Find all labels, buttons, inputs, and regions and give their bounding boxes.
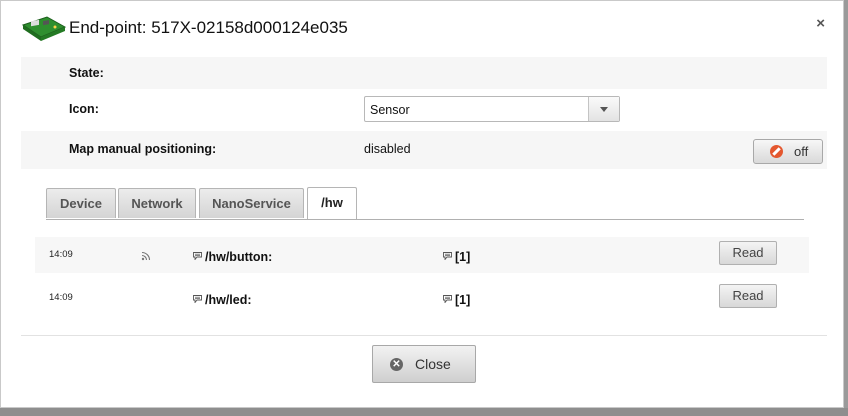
footer-divider <box>21 335 827 336</box>
resource-path: /hw/led: <box>193 292 252 307</box>
map-positioning-value: disabled <box>364 142 411 156</box>
chevron-down-icon[interactable] <box>588 97 619 121</box>
resource-value-text: [1] <box>455 293 471 307</box>
resource-comment-icon <box>193 292 202 304</box>
read-button[interactable]: Read <box>719 241 777 265</box>
resource-value: [1] <box>443 292 470 307</box>
read-button[interactable]: Read <box>719 284 777 308</box>
resource-row: 14:09 /hw/button: [1] Read <box>35 237 809 273</box>
map-positioning-label: Map manual positioning: <box>69 142 217 156</box>
close-button[interactable]: ✕ Close <box>372 345 476 383</box>
resource-path-text: /hw/button: <box>205 250 273 264</box>
resource-value: [1] <box>443 249 470 264</box>
tab-hw[interactable]: /hw <box>307 187 357 219</box>
close-icon[interactable]: × <box>816 15 825 32</box>
no-entry-icon <box>770 145 783 158</box>
tab-device[interactable]: Device <box>46 188 116 218</box>
resource-path-text: /hw/led: <box>205 293 252 307</box>
dialog-title-bar: End-point: 517X-02158d000124e035 × <box>1 1 843 55</box>
tab-network[interactable]: Network <box>118 188 196 218</box>
dialog-title: End-point: 517X-02158d000124e035 <box>69 18 348 37</box>
icon-select-value: Sensor <box>370 103 410 117</box>
state-label: State: <box>69 66 104 80</box>
resource-value-text: [1] <box>455 250 471 264</box>
tab-bar: Device Network NanoService /hw <box>46 187 804 220</box>
rss-feed-icon <box>141 248 151 261</box>
close-circle-icon: ✕ <box>390 358 403 371</box>
resource-row: 14:09 /hw/led: [1] Read <box>35 280 809 316</box>
resource-time: 14:09 <box>49 292 73 303</box>
circuit-board-icon <box>21 15 67 43</box>
toggle-label: off <box>794 144 809 159</box>
icon-select[interactable]: Sensor <box>364 96 620 122</box>
resource-comment-icon <box>193 249 202 261</box>
close-button-label: Close <box>415 356 451 372</box>
icon-row: Icon: Sensor <box>21 93 827 127</box>
resource-time: 14:09 <box>49 249 73 260</box>
map-positioning-row: Map manual positioning: disabled off <box>21 131 827 169</box>
icon-label: Icon: <box>69 102 99 116</box>
endpoint-dialog: End-point: 517X-02158d000124e035 × State… <box>0 0 844 408</box>
resource-comment-icon <box>443 249 452 261</box>
state-row: State: <box>21 57 827 89</box>
map-positioning-toggle-button[interactable]: off <box>753 139 823 164</box>
resource-comment-icon <box>443 292 452 304</box>
background-overlay <box>0 408 848 416</box>
tab-nanoservice[interactable]: NanoService <box>199 188 304 218</box>
resource-path: /hw/button: <box>193 249 272 264</box>
